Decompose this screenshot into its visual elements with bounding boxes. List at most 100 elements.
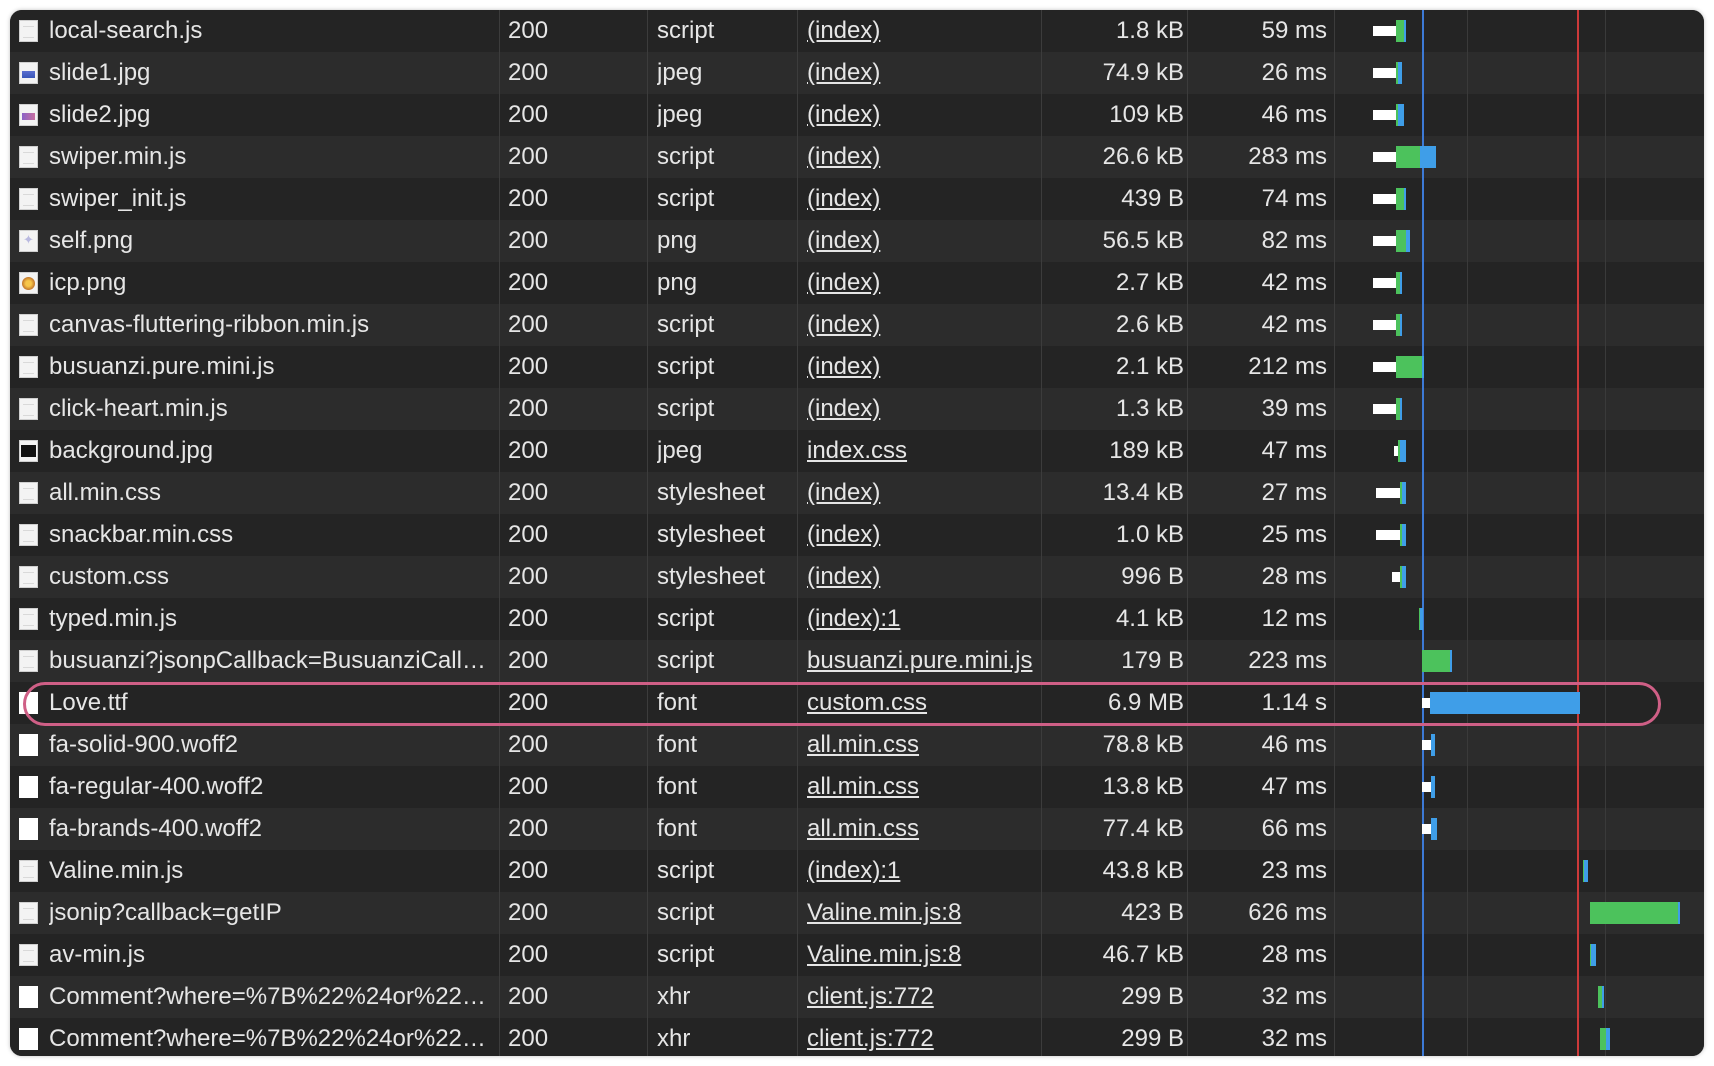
status-cell: 200: [508, 899, 549, 926]
table-row[interactable]: fa-regular-400.woff2 200 font all.min.css 13…: [10, 766, 1704, 808]
table-row[interactable]: swiper_init.js 200 script (index) 439 B 74 ms: [10, 178, 1704, 220]
status-cell: 200: [508, 605, 549, 632]
table-row[interactable]: snackbar.min.css 200 stylesheet (index) 1.0 …: [10, 514, 1704, 556]
table-row[interactable]: icp.png 200 png (index) 2.7 kB 42 ms: [10, 262, 1704, 304]
xhr-file-icon: [19, 1028, 38, 1050]
table-row[interactable]: busuanzi.pure.mini.js 200 script (index) 2.1…: [10, 346, 1704, 388]
waterfall-download-bar: [1400, 440, 1406, 462]
table-row[interactable]: fa-brands-400.woff2 200 font all.min.css 77.…: [10, 808, 1704, 850]
initiator-link[interactable]: index.css: [807, 430, 1037, 472]
time-cell: 74 ms: [1261, 185, 1327, 212]
request-name-cell: canvas-fluttering-ribbon.min.js: [49, 311, 370, 338]
waterfall-download-bar: [1430, 692, 1580, 714]
initiator-link[interactable]: custom.css: [807, 682, 1037, 724]
image-thumbnail-icon: [19, 440, 38, 462]
font-file-icon: [19, 776, 38, 798]
column-divider[interactable]: [797, 10, 798, 1056]
time-cell: 32 ms: [1261, 983, 1327, 1010]
request-name-cell: icp.png: [49, 269, 127, 296]
table-row[interactable]: Comment?where=%7B%22%24or%22%3A… 200 xhr cl…: [10, 976, 1704, 1018]
script-file-icon: [19, 188, 38, 210]
request-name-cell: fa-brands-400.woff2: [49, 815, 263, 842]
waterfall-waiting-bar: [1376, 488, 1400, 498]
time-cell: 82 ms: [1261, 227, 1327, 254]
type-cell: xhr: [657, 983, 691, 1010]
initiator-link[interactable]: (index): [807, 346, 1037, 388]
initiator-link[interactable]: (index): [807, 556, 1037, 598]
waterfall-waiting-bar: [1422, 782, 1431, 792]
request-name-cell: Love.ttf: [49, 689, 128, 716]
time-cell: 32 ms: [1261, 1025, 1327, 1052]
initiator-link[interactable]: all.min.css: [807, 808, 1037, 850]
initiator-link[interactable]: (index): [807, 262, 1037, 304]
initiator-link[interactable]: Valine.min.js:8: [807, 934, 1037, 976]
time-cell: 28 ms: [1261, 941, 1327, 968]
request-name-cell: Valine.min.js: [49, 857, 184, 884]
time-cell: 39 ms: [1261, 395, 1327, 422]
type-cell: stylesheet: [657, 479, 766, 506]
table-row[interactable]: canvas-fluttering-ribbon.min.js 200 script…: [10, 304, 1704, 346]
table-row[interactable]: click-heart.min.js 200 script (index) 1.3 kB…: [10, 388, 1704, 430]
time-cell: 223 ms: [1248, 647, 1327, 674]
size-cell: 439 B: [1121, 185, 1184, 212]
table-row[interactable]: local-search.js 200 script (index) 1.8 kB 59 …: [10, 10, 1704, 52]
initiator-link[interactable]: all.min.css: [807, 766, 1037, 808]
initiator-link[interactable]: Valine.min.js:8: [807, 892, 1037, 934]
initiator-link[interactable]: (index): [807, 52, 1037, 94]
waterfall-download-bar: [1450, 650, 1452, 672]
table-row[interactable]: all.min.css 200 stylesheet (index) 13.4 kB 27…: [10, 472, 1704, 514]
time-cell: 23 ms: [1261, 857, 1327, 884]
table-row[interactable]: typed.min.js 200 script (index):1 4.1 kB 12 m…: [10, 598, 1704, 640]
waterfall-waiting-bar: [1373, 236, 1396, 246]
initiator-link[interactable]: client.js:772: [807, 976, 1037, 1018]
table-row[interactable]: jsonip?callback=getIP 200 script Valine.min…: [10, 892, 1704, 934]
waterfall-download-bar: [1584, 860, 1588, 882]
table-row[interactable]: Valine.min.js 200 script (index):1 43.8 kB 23…: [10, 850, 1704, 892]
initiator-link[interactable]: (index): [807, 220, 1037, 262]
waterfall-download-bar: [1406, 230, 1410, 252]
network-panel: local-search.js 200 script (index) 1.8 kB 59 …: [10, 10, 1704, 1056]
table-row[interactable]: custom.css 200 stylesheet (index) 996 B 28 ms: [10, 556, 1704, 598]
column-divider[interactable]: [647, 10, 648, 1056]
initiator-link[interactable]: (index): [807, 178, 1037, 220]
initiator-link[interactable]: busuanzi.pure.mini.js: [807, 640, 1037, 682]
waterfall-download-bar: [1420, 608, 1423, 630]
table-row[interactable]: slide2.jpg 200 jpeg (index) 109 kB 46 ms: [10, 94, 1704, 136]
stylesheet-file-icon: [19, 566, 38, 588]
table-row[interactable]: av-min.js 200 script Valine.min.js:8 46.7 kB…: [10, 934, 1704, 976]
status-cell: 200: [508, 731, 549, 758]
initiator-link[interactable]: (index):1: [807, 850, 1037, 892]
table-row[interactable]: slide1.jpg 200 jpeg (index) 74.9 kB 26 ms: [10, 52, 1704, 94]
initiator-link[interactable]: (index): [807, 304, 1037, 346]
table-row[interactable]: Comment?where=%7B%22%24or%22%3A… 200 xhr cl…: [10, 1018, 1704, 1056]
table-row[interactable]: self.png 200 png (index) 56.5 kB 82 ms: [10, 220, 1704, 262]
table-row[interactable]: background.jpg 200 jpeg index.css 189 kB 47 m…: [10, 430, 1704, 472]
initiator-link[interactable]: (index): [807, 388, 1037, 430]
column-divider[interactable]: [499, 10, 500, 1056]
type-cell: script: [657, 941, 715, 968]
request-name-cell: background.jpg: [49, 437, 214, 464]
waterfall-download-bar: [1678, 902, 1680, 924]
initiator-link[interactable]: (index): [807, 514, 1037, 556]
size-cell: 109 kB: [1109, 101, 1184, 128]
initiator-link[interactable]: (index):1: [807, 598, 1037, 640]
initiator-link[interactable]: (index): [807, 10, 1037, 52]
type-cell: jpeg: [657, 437, 703, 464]
type-cell: script: [657, 143, 715, 170]
column-divider[interactable]: [1187, 10, 1188, 1056]
size-cell: 46.7 kB: [1102, 941, 1184, 968]
column-divider[interactable]: [1041, 10, 1042, 1056]
initiator-link[interactable]: all.min.css: [807, 724, 1037, 766]
waterfall-waiting-bar: [1373, 278, 1396, 288]
table-row[interactable]: swiper.min.js 200 script (index) 26.6 kB 283 …: [10, 136, 1704, 178]
column-divider[interactable]: [1334, 10, 1335, 1056]
initiator-link[interactable]: (index): [807, 472, 1037, 514]
waterfall-waiting-bar: [1422, 740, 1431, 750]
table-row[interactable]: fa-solid-900.woff2 200 font all.min.css 78.8…: [10, 724, 1704, 766]
font-file-icon: [19, 692, 38, 714]
initiator-link[interactable]: (index): [807, 136, 1037, 178]
initiator-link[interactable]: (index): [807, 94, 1037, 136]
time-cell: 26 ms: [1261, 59, 1327, 86]
initiator-link[interactable]: client.js:772: [807, 1018, 1037, 1056]
time-cell: 283 ms: [1248, 143, 1327, 170]
